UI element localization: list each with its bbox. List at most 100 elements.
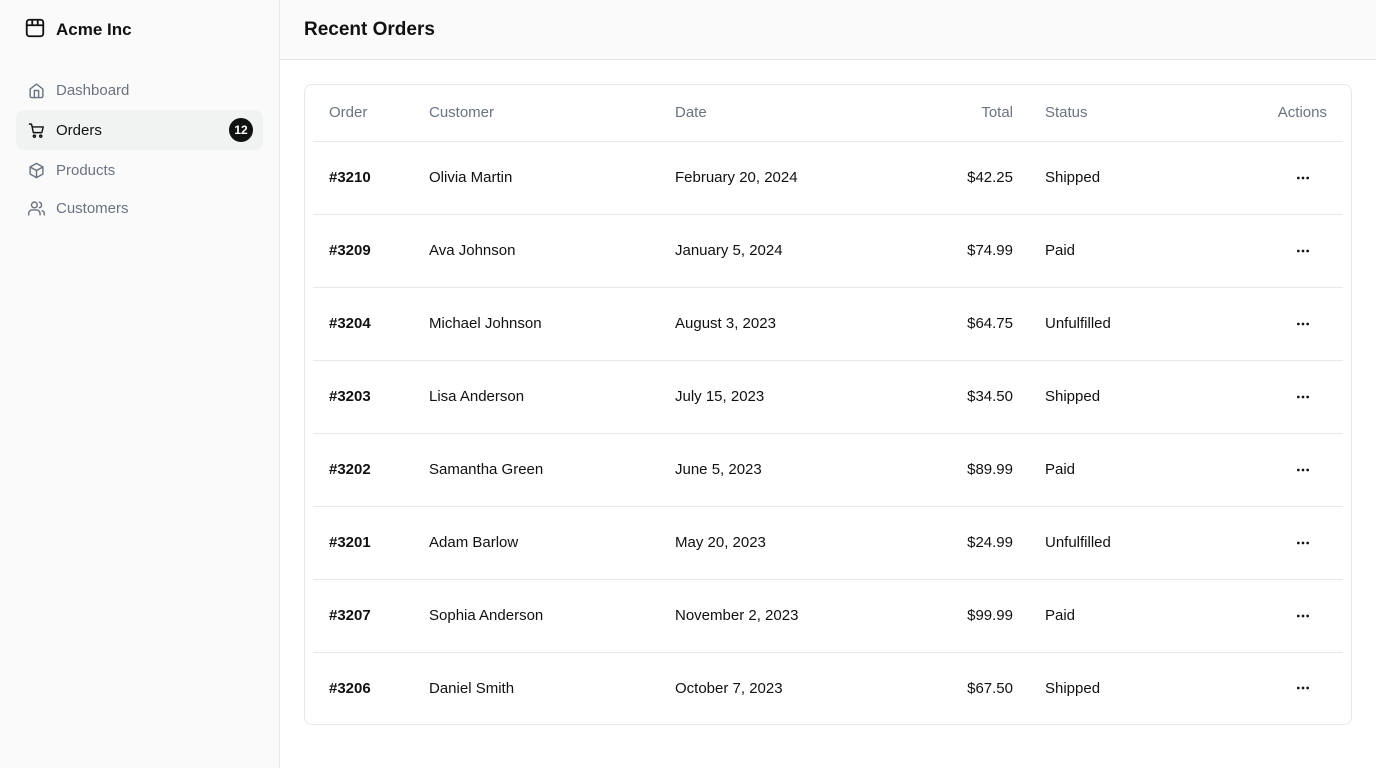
- customer-name: Lisa Anderson: [413, 360, 659, 434]
- more-actions-button[interactable]: [1291, 458, 1315, 482]
- order-date: June 5, 2023: [659, 433, 859, 507]
- actions-cell: [1179, 287, 1343, 361]
- order-status: Unfulfilled: [1029, 506, 1179, 580]
- ellipsis-icon: [1297, 614, 1309, 617]
- actions-cell: [1179, 506, 1343, 580]
- more-actions-button[interactable]: [1291, 385, 1315, 409]
- customer-name: Sophia Anderson: [413, 579, 659, 653]
- column-header-total: Total: [859, 85, 1029, 142]
- order-total: $74.99: [859, 214, 1029, 288]
- ellipsis-icon: [1297, 468, 1309, 471]
- ellipsis-icon: [1297, 541, 1309, 544]
- ellipsis-icon: [1297, 395, 1309, 398]
- sidebar: Acme Inc Dashboard Orders 12 Products Cu…: [0, 0, 280, 768]
- ellipsis-icon: [1297, 686, 1309, 690]
- table-row[interactable]: #3203 Lisa Anderson July 15, 2023 $34.50…: [313, 360, 1343, 434]
- orders-count-badge: 12: [229, 118, 253, 142]
- order-date: May 20, 2023: [659, 506, 859, 580]
- column-header-status: Status: [1029, 85, 1179, 142]
- cart-icon: [26, 120, 46, 140]
- order-total: $89.99: [859, 433, 1029, 507]
- actions-cell: [1179, 141, 1343, 215]
- more-actions-button[interactable]: [1291, 531, 1315, 555]
- home-icon: [26, 80, 46, 100]
- order-date: November 2, 2023: [659, 579, 859, 653]
- table-row[interactable]: #3201 Adam Barlow May 20, 2023 $24.99 Un…: [313, 506, 1343, 580]
- box-icon: [26, 160, 46, 180]
- order-id: #3210: [313, 141, 413, 215]
- order-id: #3201: [313, 506, 413, 580]
- table-row[interactable]: #3209 Ava Johnson January 5, 2024 $74.99…: [313, 214, 1343, 288]
- ellipsis-icon: [1297, 322, 1309, 325]
- customer-name: Samantha Green: [413, 433, 659, 507]
- table-row[interactable]: #3207 Sophia Anderson November 2, 2023 $…: [313, 579, 1343, 653]
- order-status: Paid: [1029, 214, 1179, 288]
- order-total: $34.50: [859, 360, 1029, 434]
- order-date: July 15, 2023: [659, 360, 859, 434]
- users-icon: [26, 198, 46, 218]
- order-id: #3209: [313, 214, 413, 288]
- order-date: August 3, 2023: [659, 287, 859, 361]
- order-id: #3204: [313, 287, 413, 361]
- ellipsis-icon: [1297, 176, 1309, 179]
- brand[interactable]: Acme Inc: [0, 0, 279, 60]
- main-content: Recent Orders Order Customer Date Total …: [280, 0, 1376, 768]
- sidebar-item-label: Products: [56, 161, 116, 179]
- ellipsis-icon: [1297, 249, 1309, 252]
- customer-name: Adam Barlow: [413, 506, 659, 580]
- customer-name: Ava Johnson: [413, 214, 659, 288]
- customer-name: Michael Johnson: [413, 287, 659, 361]
- orders-card: Order Customer Date Total Status Actions…: [304, 84, 1352, 725]
- order-id: #3207: [313, 579, 413, 653]
- order-id: #3206: [329, 679, 371, 697]
- customer-name: Daniel Smith: [429, 679, 515, 697]
- column-header-customer: Customer: [413, 85, 659, 142]
- order-id: #3203: [313, 360, 413, 434]
- customer-name: Olivia Martin: [413, 141, 659, 215]
- order-total: $42.25: [859, 141, 1029, 215]
- table-row[interactable]: #3210 Olivia Martin February 20, 2024 $4…: [313, 141, 1343, 215]
- table-row[interactable]: #3202 Samantha Green June 5, 2023 $89.99…: [313, 433, 1343, 507]
- order-status: Paid: [1029, 579, 1179, 653]
- order-date: October 7, 2023: [675, 679, 783, 697]
- order-total: $64.75: [859, 287, 1029, 361]
- order-status: Shipped: [1045, 679, 1101, 697]
- table-row[interactable]: #3206 Daniel Smith October 7, 2023 $67.5…: [313, 652, 1343, 724]
- sidebar-item-products[interactable]: Products: [16, 152, 263, 188]
- sidebar-item-orders[interactable]: Orders 12: [16, 110, 263, 150]
- order-status: Shipped: [1029, 360, 1179, 434]
- content-area: Order Customer Date Total Status Actions…: [280, 60, 1376, 725]
- sidebar-item-customers[interactable]: Customers: [16, 190, 263, 226]
- order-id: #3202: [313, 433, 413, 507]
- more-actions-button[interactable]: [1291, 166, 1315, 190]
- column-header-date: Date: [659, 85, 859, 142]
- more-actions-button[interactable]: [1291, 604, 1315, 628]
- actions-cell: [1179, 579, 1343, 653]
- orders-table: Order Customer Date Total Status Actions…: [313, 85, 1343, 724]
- more-actions-button[interactable]: [1291, 239, 1315, 263]
- order-date: January 5, 2024: [659, 214, 859, 288]
- actions-cell: [1179, 360, 1343, 434]
- order-date: February 20, 2024: [659, 141, 859, 215]
- sidebar-item-label: Orders: [56, 121, 102, 139]
- sidebar-item-label: Customers: [56, 199, 129, 217]
- page-title: Recent Orders: [304, 18, 435, 40]
- column-header-order: Order: [313, 85, 413, 142]
- column-header-actions: Actions: [1179, 85, 1343, 142]
- sidebar-item-label: Dashboard: [56, 81, 130, 99]
- sidebar-item-dashboard[interactable]: Dashboard: [16, 72, 263, 108]
- table-row[interactable]: #3204 Michael Johnson August 3, 2023 $64…: [313, 287, 1343, 361]
- actions-cell: [1179, 652, 1343, 724]
- more-actions-button[interactable]: [1291, 312, 1315, 336]
- table-header-row: Order Customer Date Total Status Actions: [313, 85, 1343, 142]
- more-actions-button[interactable]: [1291, 676, 1315, 700]
- brand-name: Acme Inc: [56, 20, 132, 39]
- order-status: Unfulfilled: [1029, 287, 1179, 361]
- sidebar-nav: Dashboard Orders 12 Products Customers: [0, 60, 279, 240]
- order-total: $99.99: [859, 579, 1029, 653]
- page-header: Recent Orders: [280, 0, 1376, 60]
- actions-cell: [1179, 214, 1343, 288]
- order-total: $24.99: [859, 506, 1029, 580]
- actions-cell: [1179, 433, 1343, 507]
- order-status: Shipped: [1029, 141, 1179, 215]
